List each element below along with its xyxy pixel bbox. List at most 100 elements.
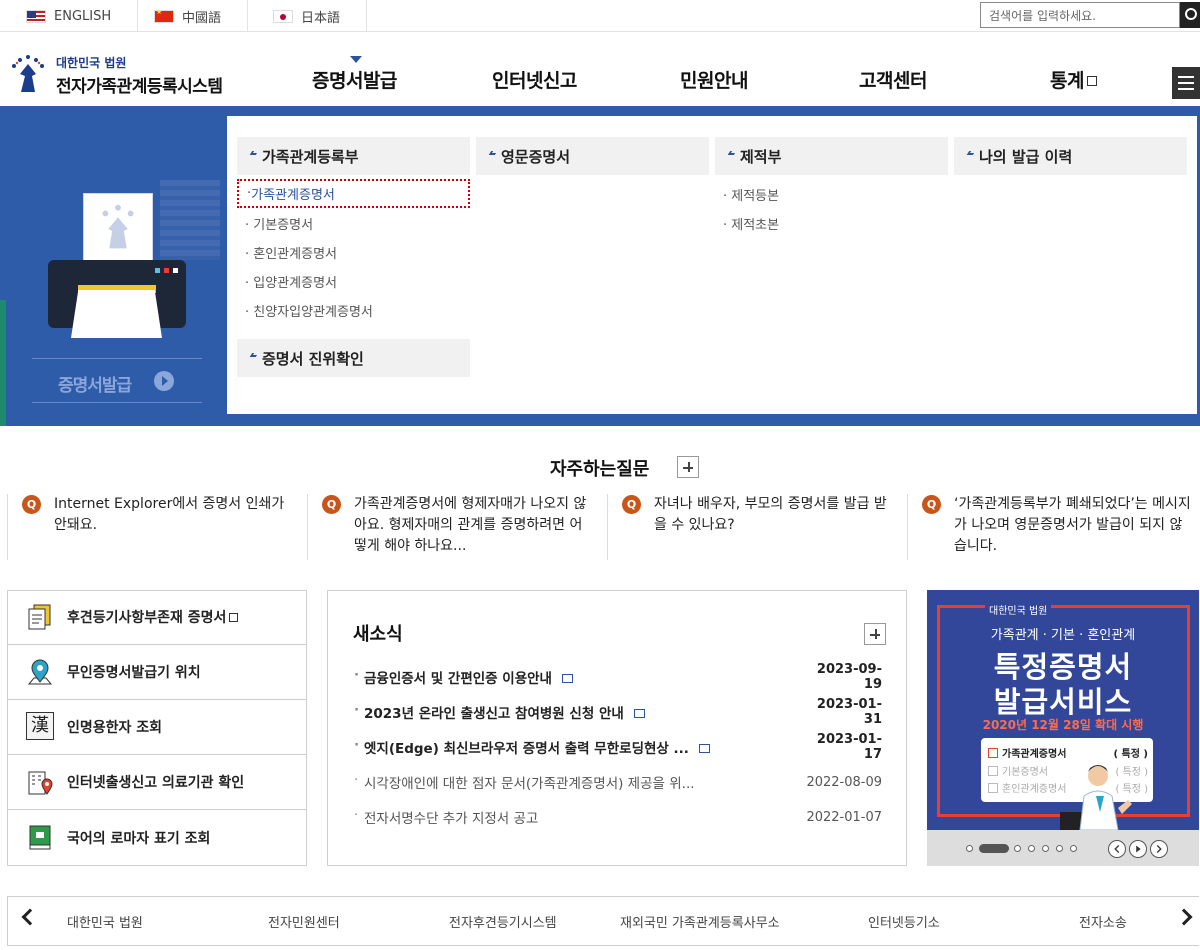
- banner-date: 2020년 12월 28일 확대 시행: [982, 718, 1144, 732]
- court-logo-icon[interactable]: [8, 52, 50, 96]
- hanja-book-icon: 漢: [26, 712, 54, 740]
- gnb-internet-report[interactable]: 인터넷신고: [492, 66, 577, 93]
- divider: [307, 494, 308, 560]
- news-item[interactable]: 금융인증서 및 간편인증 이용안내2023-09-19: [352, 662, 882, 692]
- printed-paper-icon: [83, 193, 153, 265]
- banner-headline: 발급서비스: [993, 685, 1133, 719]
- submenu-adoption-cert[interactable]: · 입양관계증명서: [237, 272, 337, 291]
- jp-flag-icon: [273, 9, 293, 23]
- divider: [32, 402, 202, 403]
- submenu-family-relation-cert[interactable]: · 가족관계증명서: [237, 179, 470, 208]
- q-badge-icon: Q: [22, 495, 41, 514]
- related-site-link[interactable]: 인터넷등기소: [868, 912, 940, 931]
- divider: [7, 494, 8, 560]
- slide-dot[interactable]: [1070, 845, 1077, 852]
- checkbox-icon: [988, 765, 998, 776]
- faq-item[interactable]: Q ‘가족관계등록부가 폐쇄되었다’는 메시지가 나오며 영문증명서가 발급이 되…: [922, 494, 1192, 560]
- related-site-link[interactable]: 대한민국 법원: [67, 912, 143, 931]
- person-illustration: [1060, 765, 1132, 830]
- check-mark-icon: [488, 151, 498, 155]
- lang-label: ENGLISH: [54, 8, 112, 24]
- category-verify-cert[interactable]: 증명서 진위확인: [237, 339, 470, 377]
- cn-flag-icon: [154, 9, 174, 23]
- divider: [907, 494, 908, 560]
- gnb-civil-guide[interactable]: 민원안내: [680, 66, 748, 93]
- attachment-icon: [633, 709, 645, 718]
- lang-label: 中國語: [182, 10, 222, 26]
- printer-led: [164, 268, 169, 273]
- logo-org: 대한민국 법원: [56, 56, 127, 70]
- gnb-certificate-issue[interactable]: 증명서발급: [312, 66, 397, 93]
- slide-dot[interactable]: [1014, 845, 1021, 852]
- related-site-link[interactable]: 재외국민 가족관계등록사무소: [620, 912, 780, 931]
- play-slide-icon[interactable]: [1129, 840, 1147, 858]
- slide-dot[interactable]: [966, 845, 973, 852]
- lang-english-link[interactable]: ENGLISH: [0, 0, 139, 32]
- category-english-cert[interactable]: 영문증명서: [476, 137, 709, 175]
- gnb-customer-center[interactable]: 고객센터: [859, 66, 927, 93]
- logo-title[interactable]: 전자가족관계등록시스템: [56, 72, 223, 97]
- attachment-icon: [561, 674, 573, 683]
- banner-line: 가족관계 · 기본 · 혼인관계: [990, 628, 1136, 643]
- news-item[interactable]: 전자서명수단 추가 지정서 공고2022-01-07: [352, 807, 882, 827]
- checkbox-icon: [988, 782, 998, 793]
- document-icon: [28, 604, 51, 630]
- gnb-statistics[interactable]: 통계: [1050, 66, 1097, 93]
- related-site-link[interactable]: 전자후견등기시스템: [449, 912, 557, 931]
- q-badge-icon: Q: [322, 495, 341, 514]
- divider: [607, 494, 608, 560]
- lang-chinese-link[interactable]: 中國語: [128, 0, 249, 32]
- check-mark-icon: [249, 151, 259, 155]
- submenu-full-adoption-cert[interactable]: · 친양자입양관계증명서: [237, 301, 373, 320]
- slide-dot[interactable]: [1042, 845, 1049, 852]
- submenu-marriage-cert[interactable]: · 혼인관계증명서: [237, 243, 337, 262]
- news-title: 새소식: [353, 624, 403, 645]
- search-input[interactable]: 검색어를 입력하세요.: [980, 2, 1180, 28]
- check-mark-icon: [966, 151, 976, 155]
- printer-led: [173, 268, 178, 273]
- search-button[interactable]: [1180, 2, 1200, 28]
- dropdown-accent-strip: [0, 300, 6, 426]
- faq-item[interactable]: Q Internet Explorer에서 증명서 인쇄가 안돼요.: [22, 494, 292, 560]
- faq-title: 자주하는질문: [550, 459, 650, 480]
- active-menu-caret-icon: [350, 56, 362, 63]
- slide-dot-active[interactable]: [979, 844, 1009, 853]
- faq-more-plus-icon[interactable]: [677, 456, 699, 478]
- submenu-basic-cert[interactable]: · 기본증명서: [237, 214, 313, 233]
- checkbox-icon: [988, 747, 998, 758]
- category-family-register[interactable]: 가족관계등록부: [237, 137, 470, 175]
- hamburger-menu-button[interactable]: [1172, 67, 1200, 99]
- prev-slide-icon[interactable]: [1108, 840, 1126, 858]
- external-link-icon: [229, 612, 239, 622]
- hospital-icon: [28, 771, 53, 795]
- related-site-link[interactable]: 전자민원센터: [268, 912, 340, 931]
- banner-court-label: 대한민국 법원: [985, 602, 1052, 617]
- us-flag-icon: [26, 9, 46, 23]
- faq-item[interactable]: Q 자녀나 배우자, 부모의 증명서를 발급 받을 수 있나요?: [622, 494, 892, 560]
- category-removal-register[interactable]: 제적부: [715, 137, 948, 175]
- slide-dot[interactable]: [1056, 845, 1063, 852]
- news-item[interactable]: 엣지(Edge) 최신브라우저 증명서 출력 무한로딩현상 ...2023-01…: [352, 732, 882, 762]
- lang-label: 日本語: [301, 10, 341, 26]
- news-more-plus-icon[interactable]: [864, 623, 886, 645]
- next-slide-icon[interactable]: [1150, 840, 1168, 858]
- play-arrow-icon[interactable]: [154, 371, 174, 391]
- lang-japanese-link[interactable]: 日本語: [247, 0, 368, 32]
- side-menu-label[interactable]: 증명서발급: [58, 371, 132, 396]
- related-site-link[interactable]: 전자소송: [1079, 912, 1127, 931]
- location-pin-icon: [27, 659, 53, 685]
- faq-item[interactable]: Q 가족관계증명서에 형제자매가 나오지 않아요. 형제자매의 관계를 증명하려면…: [322, 494, 592, 560]
- slide-dot[interactable]: [1028, 845, 1035, 852]
- printer-led: [155, 268, 160, 273]
- printer-paper: [71, 290, 162, 338]
- divider: [32, 358, 202, 359]
- green-book-icon: [29, 825, 51, 850]
- news-item[interactable]: 시각장애인에 대한 점자 문서(가족관계증명서) 제공을 위...2022-08…: [352, 772, 882, 792]
- check-mark-icon: [727, 151, 737, 155]
- q-badge-icon: Q: [622, 495, 641, 514]
- category-issue-history[interactable]: 나의 발급 이력: [954, 137, 1187, 175]
- news-item[interactable]: 2023년 온라인 출생신고 참여병원 신청 안내2023-01-31: [352, 697, 882, 727]
- submenu-removal-abstract[interactable]: · 제적초본: [715, 214, 779, 233]
- q-badge-icon: Q: [922, 495, 941, 514]
- submenu-removal-full-copy[interactable]: · 제적등본: [715, 185, 779, 204]
